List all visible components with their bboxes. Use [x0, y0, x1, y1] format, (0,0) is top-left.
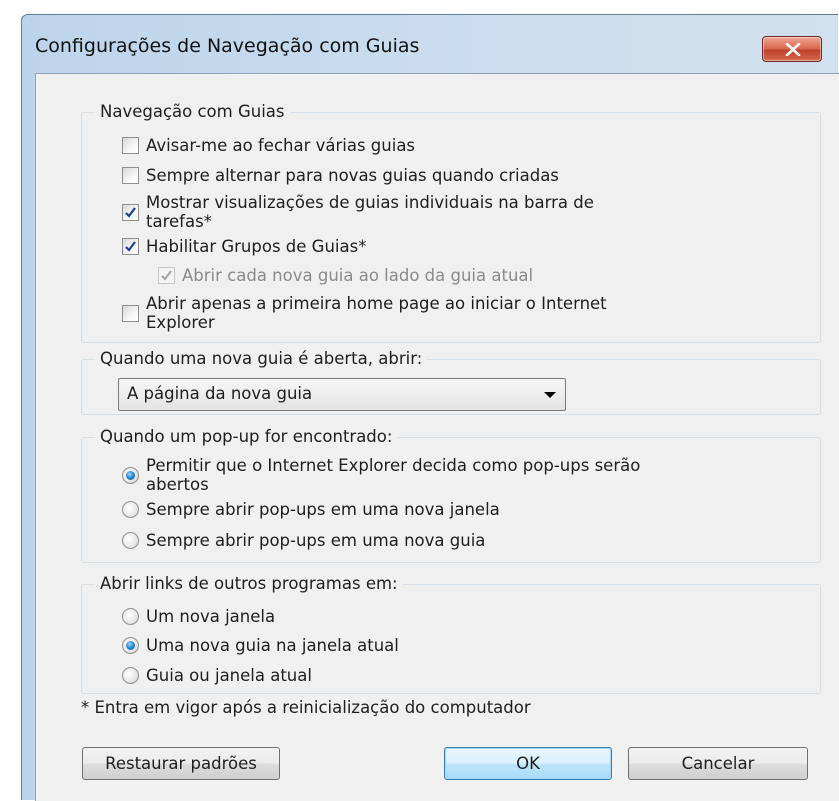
first-home-page-label-line1: Abrir apenas a primeira home page ao ini…: [146, 294, 607, 313]
warn-close-tabs-checkbox[interactable]: [122, 137, 139, 154]
enable-tab-groups-label: Habilitar Grupos de Guias*: [146, 237, 367, 256]
open-next-to-current-checkbox[interactable]: [158, 267, 175, 284]
close-icon: [785, 43, 801, 56]
popup-new-window-label: Sempre abrir pop-ups em uma nova janela: [146, 500, 500, 519]
popup-let-ie-decide-label-line1: Permitir que o Internet Explorer decida …: [146, 456, 641, 475]
switch-new-tabs-label: Sempre alternar para novas guias quando …: [146, 166, 559, 185]
links-current-radio[interactable]: [122, 667, 139, 684]
links-new-window-radio[interactable]: [122, 608, 139, 625]
taskbar-previews-checkbox[interactable]: [122, 204, 139, 221]
checkmark-icon: [161, 270, 172, 281]
links-new-tab-label: Uma nova guia na janela atual: [146, 636, 399, 655]
cancel-button[interactable]: Cancelar: [628, 747, 808, 780]
taskbar-previews-label-line2: tarefas*: [146, 212, 212, 231]
popup-let-ie-decide-radio[interactable]: [122, 467, 139, 484]
tabbed-browsing-group: Navegação com Guias Avisar-me ao fechar …: [81, 101, 821, 343]
restart-footnote: * Entra em vigor após a reinicialização …: [81, 698, 531, 717]
links-new-tab-radio[interactable]: [122, 637, 139, 654]
popup-new-window-radio[interactable]: [122, 501, 139, 518]
new-tab-group: Quando uma nova guia é aberta, abrir: A …: [81, 348, 821, 415]
ok-button[interactable]: OK: [444, 747, 612, 780]
window-title: Configurações de Navegação com Guias: [35, 35, 420, 57]
checkmark-icon: [125, 207, 136, 218]
new-tab-legend: Quando uma nova guia é aberta, abrir:: [95, 348, 428, 370]
close-button[interactable]: [762, 36, 822, 62]
tabbed-browsing-legend: Navegação com Guias: [95, 101, 290, 123]
chevron-down-icon: [544, 392, 556, 398]
popup-group: Quando um pop-up for encontrado: Permiti…: [81, 426, 821, 563]
popup-let-ie-decide-label-line2: abertos: [146, 475, 209, 494]
external-links-legend: Abrir links de outros programas em:: [95, 573, 403, 595]
enable-tab-groups-checkbox[interactable]: [122, 238, 139, 255]
links-current-label: Guia ou janela atual: [146, 666, 312, 685]
new-tab-page-selected-value: A página da nova guia: [127, 384, 313, 403]
restore-defaults-button[interactable]: Restaurar padrões: [82, 747, 280, 780]
dialog-window: Configurações de Navegação com Guias Nav…: [21, 14, 839, 801]
new-tab-page-dropdown[interactable]: A página da nova guia: [118, 378, 566, 411]
popup-new-tab-label: Sempre abrir pop-ups em uma nova guia: [146, 531, 486, 550]
links-new-window-label: Um nova janela: [146, 607, 276, 626]
dialog-client-area: Navegação com Guias Avisar-me ao fechar …: [35, 73, 839, 801]
popup-new-tab-radio[interactable]: [122, 532, 139, 549]
open-next-to-current-label: Abrir cada nova guia ao lado da guia atu…: [182, 266, 534, 285]
first-home-page-label-line2: Explorer: [146, 313, 215, 332]
popup-legend: Quando um pop-up for encontrado:: [95, 426, 398, 448]
switch-new-tabs-checkbox[interactable]: [122, 167, 139, 184]
checkmark-icon: [125, 241, 136, 252]
warn-close-tabs-label: Avisar-me ao fechar várias guias: [146, 136, 416, 155]
external-links-group: Abrir links de outros programas em: Um n…: [81, 573, 821, 694]
taskbar-previews-label-line1: Mostrar visualizações de guias individua…: [146, 193, 594, 212]
first-home-page-checkbox[interactable]: [122, 305, 139, 322]
